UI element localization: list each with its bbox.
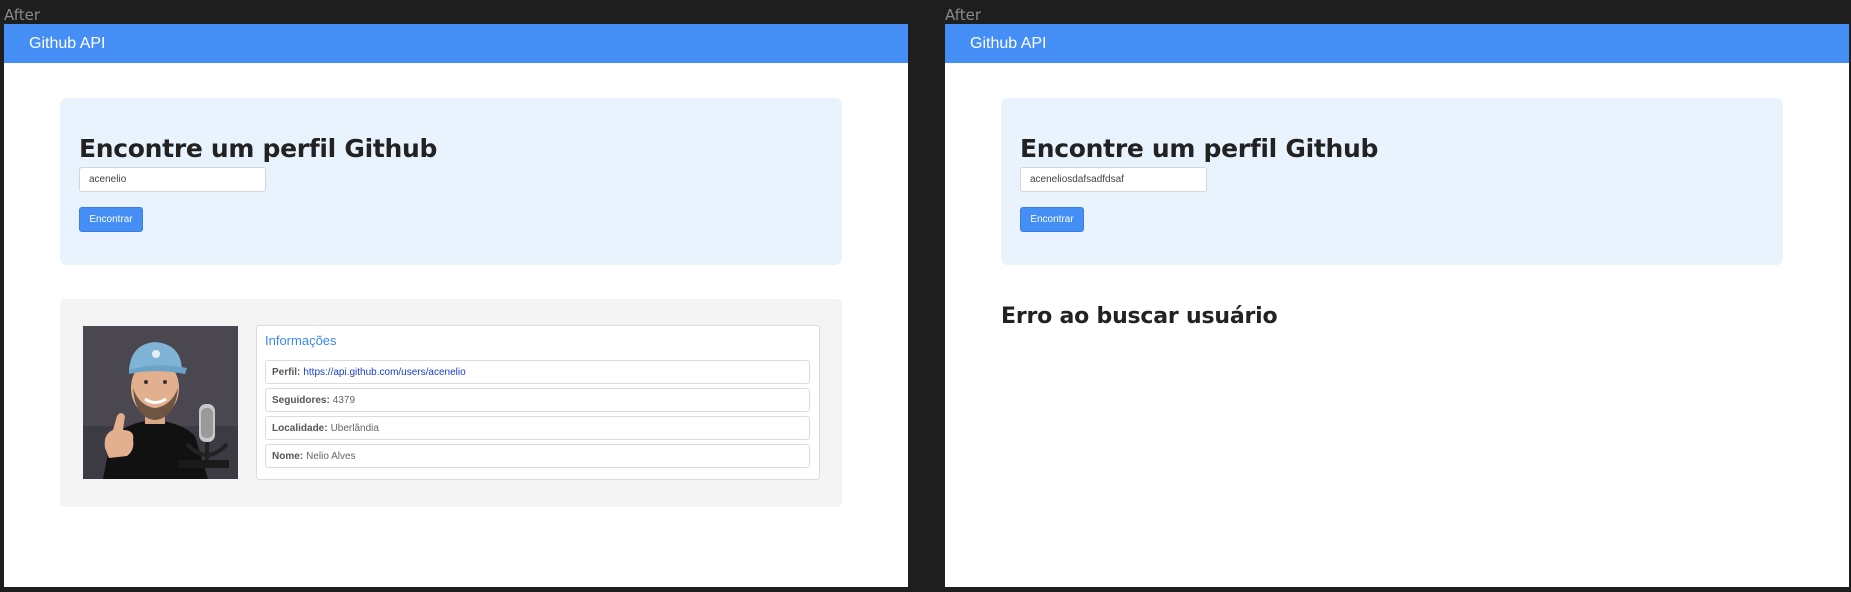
browser-frame-success: Github API Encontre um perfil Github Enc… (4, 24, 908, 587)
search-input[interactable] (79, 167, 266, 192)
avatar (83, 326, 238, 479)
search-button[interactable]: Encontrar (1020, 207, 1084, 232)
avatar-photo (83, 326, 238, 479)
info-title: Informações (265, 333, 337, 348)
nav-title[interactable]: Github API (29, 35, 106, 53)
info-label: Nome: (272, 450, 304, 462)
info-row-followers: Seguidores: 4379 (265, 388, 810, 412)
search-button[interactable]: Encontrar (79, 207, 143, 232)
navbar: Github API (4, 24, 908, 63)
info-row-location: Localidade: Uberlândia (265, 416, 810, 440)
nav-title[interactable]: Github API (970, 35, 1047, 53)
info-panel: Informações Perfil: https://api.github.c… (256, 325, 820, 480)
navbar: Github API (945, 24, 1849, 63)
result-card: Informações Perfil: https://api.github.c… (60, 299, 842, 507)
info-label: Localidade: (272, 422, 328, 434)
info-value: Uberlândia (330, 422, 379, 434)
search-title: Encontre um perfil Github (79, 134, 438, 163)
search-input[interactable] (1020, 167, 1207, 192)
info-label: Seguidores: (272, 394, 330, 406)
profile-link[interactable]: https://api.github.com/users/acenelio (303, 367, 465, 378)
browser-frame-error: Github API Encontre um perfil Github Enc… (945, 24, 1849, 587)
search-card: Encontre um perfil Github Encontrar (60, 98, 842, 265)
frame-label-left: After (4, 6, 41, 24)
frame-label-right: After (945, 6, 982, 24)
error-message: Erro ao buscar usuário (1001, 304, 1278, 329)
search-title: Encontre um perfil Github (1020, 134, 1379, 163)
search-card: Encontre um perfil Github Encontrar (1001, 98, 1783, 265)
info-value: 4379 (332, 394, 356, 406)
info-label: Perfil: (272, 366, 301, 378)
info-row-name: Nome: Nelio Alves (265, 444, 810, 468)
info-value: Nelio Alves (306, 450, 356, 462)
info-row-profile: Perfil: https://api.github.com/users/ace… (265, 360, 810, 384)
